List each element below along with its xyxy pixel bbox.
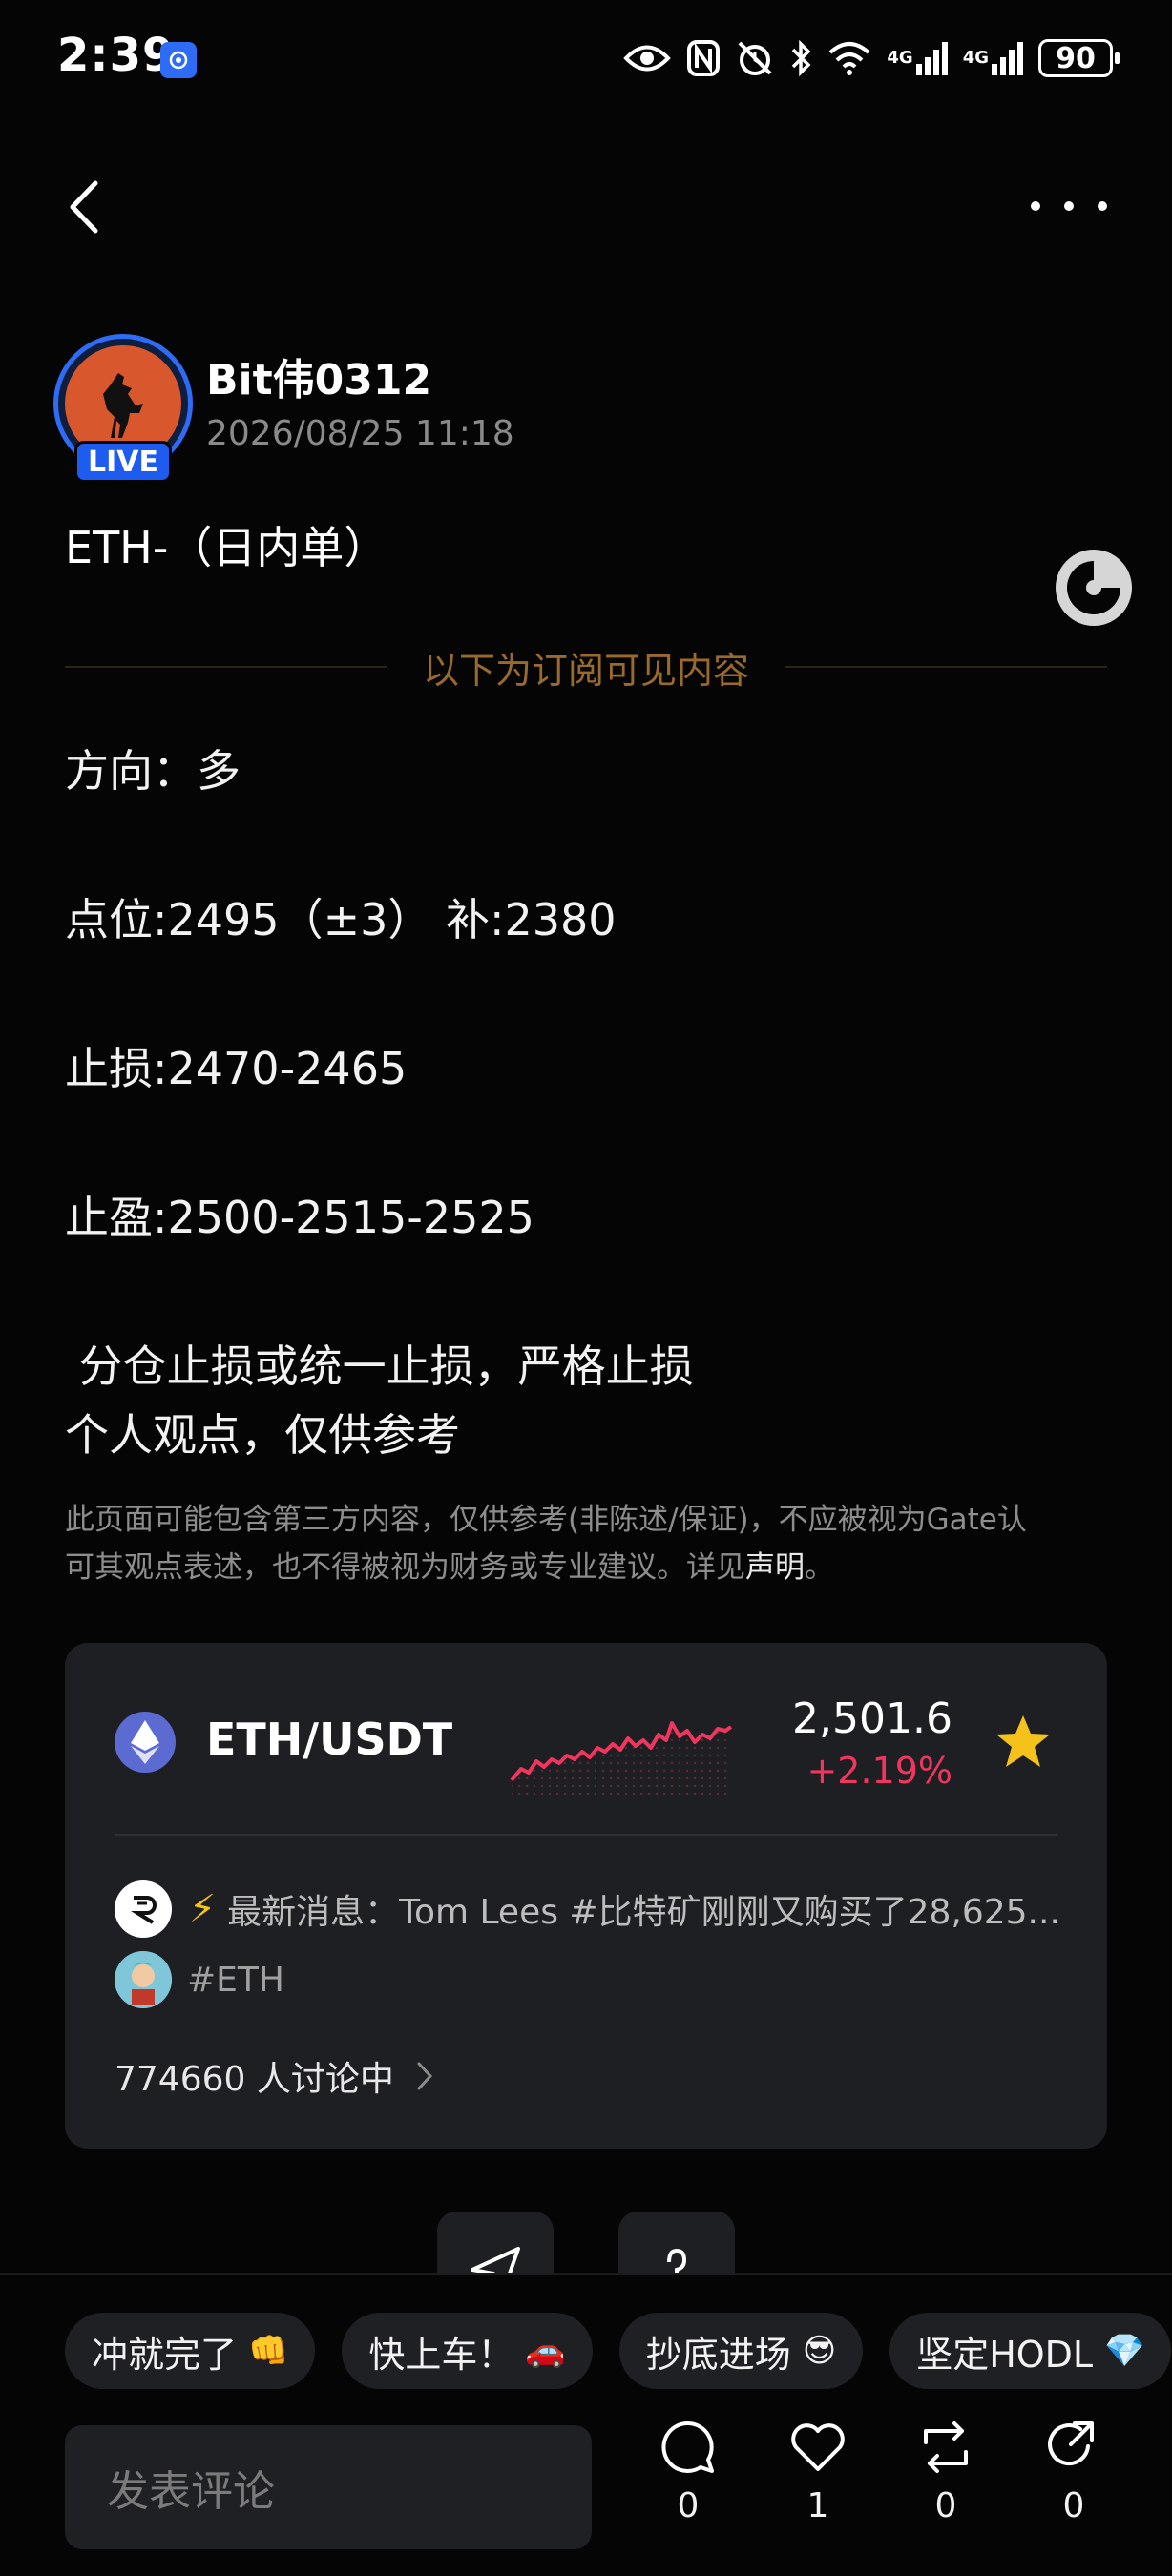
price-sparkline	[510, 1721, 733, 1796]
refresh-floating-button[interactable]	[1054, 548, 1134, 628]
alarm-off-icon	[736, 36, 774, 80]
author-name[interactable]: Bit伟0312	[206, 345, 431, 406]
third-party-disclaimer: 此页面可能包含第三方内容，仅供参考(非陈述/保证)，不应被视为Gate认 可其观…	[65, 1503, 1027, 1585]
diamond-icon: 💎	[1104, 2332, 1145, 2370]
back-button[interactable]	[59, 174, 116, 240]
market-card[interactable]: ETH/USDT 2,501.6 +2.19% ⚡ 最新消息：Tom Lees …	[65, 1643, 1107, 2149]
status-bar: 2:39 4G 4G 90	[0, 0, 1172, 114]
tag-avatar-icon	[115, 1951, 172, 2008]
bottom-comment-panel: 冲就完了 👊 快上车！ 🚗 抄底进场 😎 坚定HODL 💎 发表评论 0 1 0 0	[0, 2273, 1172, 2576]
live-badge: LIVE	[74, 441, 172, 483]
pair-name: ETH/USDT	[206, 1714, 453, 1765]
signal-icon-1: 4G	[887, 36, 948, 80]
topic-tag-item[interactable]: #ETH	[115, 1950, 284, 2009]
subscriber-content-divider: 以下为订阅可见内容	[65, 643, 1108, 692]
repost-count: 0	[934, 2486, 957, 2525]
comment-button[interactable]: 0	[645, 2418, 731, 2561]
post-timestamp: 2026/08/25 11:18	[206, 414, 514, 453]
share-icon	[1048, 2421, 1094, 2466]
bluetooth-icon	[789, 36, 812, 80]
signal-icon-2: 4G	[963, 36, 1023, 80]
comment-icon	[661, 2420, 714, 2473]
post-title: ETH-（日内单）	[65, 522, 388, 573]
eth-logo-icon	[115, 1712, 176, 1773]
quick-reply-chip[interactable]: 坚定HODL 💎	[889, 2313, 1172, 2389]
post-line-entry: 点位:2495（±3） 补:2380	[65, 894, 617, 945]
share-button[interactable]: 0	[1031, 2418, 1117, 2561]
post-line-note: 分仓止损或统一止损，严格止损	[65, 1340, 694, 1392]
heart-icon	[791, 2423, 845, 2471]
lightning-icon: ⚡	[189, 1887, 217, 1931]
refresh-icon	[1056, 550, 1132, 626]
price-value: 2,501.6	[792, 1694, 952, 1743]
more-dot-icon	[1031, 201, 1040, 211]
star-icon	[996, 1715, 1050, 1767]
latest-news-item[interactable]: ⚡ 最新消息：Tom Lees #比特矿刚刚又购买了28,625...	[115, 1880, 1069, 1939]
author-avatar[interactable]: LIVE	[53, 334, 193, 483]
chevron-left-icon	[70, 180, 98, 234]
post-line-disclaimer-personal: 个人观点，仅供参考	[65, 1409, 460, 1461]
comment-input[interactable]: 发表评论	[65, 2425, 592, 2549]
discussion-count: 774660 人讨论中	[115, 2060, 394, 2099]
battery-indicator: 90	[1038, 39, 1120, 77]
repost-icon	[924, 2421, 968, 2473]
more-options-button[interactable]	[1031, 187, 1107, 225]
post-line-take-profit: 止盈:2500-2515-2525	[65, 1192, 534, 1243]
post-line-direction: 方向：多	[65, 745, 241, 797]
quick-reply-chips: 冲就完了 👊 快上车！ 🚗 抄底进场 😎 坚定HODL 💎	[65, 2313, 1172, 2389]
fist-icon: 👊	[248, 2332, 289, 2370]
subscriber-divider-label: 以下为订阅可见内容	[423, 649, 750, 692]
topic-tag: #ETH	[187, 1960, 284, 2000]
wifi-icon	[827, 36, 871, 80]
app-notification-icon	[160, 42, 197, 78]
news-source-icon	[115, 1880, 172, 1938]
status-icons: 4G 4G 90	[623, 36, 1120, 80]
favorite-star-button[interactable]	[993, 1712, 1054, 1773]
discussion-link[interactable]: 774660 人讨论中	[115, 2047, 434, 2105]
quick-reply-chip[interactable]: 抄底进场 😎	[618, 2313, 864, 2389]
quick-reply-chip[interactable]: 冲就完了 👊	[65, 2313, 316, 2389]
comment-count: 0	[677, 2486, 700, 2525]
quick-reply-chip[interactable]: 快上车！ 🚗	[342, 2313, 593, 2389]
status-time: 2:39	[57, 29, 176, 82]
statement-link[interactable]: 声明	[745, 1550, 805, 1585]
more-dot-icon	[1098, 201, 1107, 211]
sunglasses-icon: 😎	[802, 2332, 837, 2370]
chevron-right-icon	[417, 2062, 432, 2090]
news-headline: 最新消息：Tom Lees #比特矿刚刚又购买了28,625...	[227, 1893, 1060, 1932]
eye-icon	[623, 36, 672, 80]
price-change: +2.19%	[806, 1750, 952, 1792]
post-line-stop-loss: 止损:2470-2465	[65, 1043, 408, 1094]
share-count: 0	[1062, 2486, 1085, 2525]
repost-button[interactable]: 0	[903, 2418, 989, 2561]
nfc-icon	[686, 36, 721, 80]
car-icon: 🚗	[525, 2332, 566, 2370]
more-dot-icon	[1064, 201, 1074, 211]
like-count: 1	[806, 2486, 829, 2525]
like-button[interactable]: 1	[775, 2418, 861, 2561]
